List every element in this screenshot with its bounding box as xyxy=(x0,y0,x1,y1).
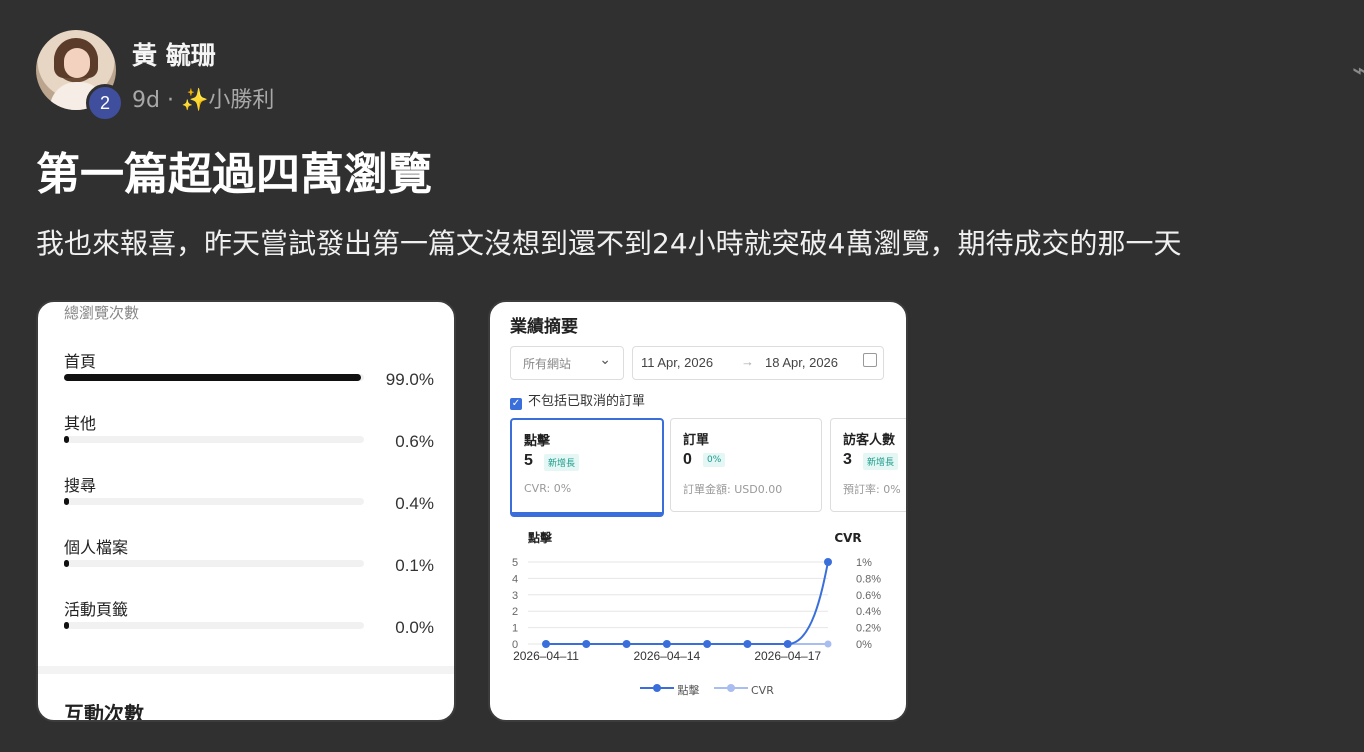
summary-title: 業績摘要 xyxy=(510,317,578,337)
stat-percent: 99.0% xyxy=(385,370,434,389)
kpi-clicks[interactable]: 點擊 5 新增長 CVR: 0% xyxy=(510,418,664,517)
stat-bar-fill xyxy=(64,560,69,567)
stat-row: 搜尋 0.4% xyxy=(64,472,434,513)
stat-row: 活動頁籤 0.0% xyxy=(64,596,434,637)
arrow-icon: → xyxy=(741,354,754,369)
level-badge: 2 xyxy=(86,84,124,122)
y-right-tick: 0% xyxy=(856,639,872,651)
views-breakdown-image[interactable]: 總瀏覽次數 首頁 99.0% 其他 0.6% 搜尋 0.4% 個人檔案 0.1% 活動頁籤 0.0… xyxy=(36,300,456,722)
y-left-tick: 2 xyxy=(512,606,518,618)
stat-percent: 0.0% xyxy=(395,618,434,637)
stat-label: 首頁 xyxy=(64,352,97,371)
stat-label: 搜尋 xyxy=(64,476,97,495)
total-views-label: 總瀏覽次數 xyxy=(64,304,140,322)
clicks-point xyxy=(622,640,631,648)
stat-row: 其他 0.6% xyxy=(64,410,434,451)
y-left-tick: 4 xyxy=(512,573,518,585)
sparkle-icon: ✨ xyxy=(180,88,209,113)
post-body: 我也來報喜，昨天嘗試發出第一篇文沒想到還不到24小時就突破4萬瀏覽，期待成交的那… xyxy=(36,227,1182,260)
date-range-picker[interactable]: 11 Apr, 2026 → 18 Apr, 2026 xyxy=(632,346,884,380)
stat-row: 首頁 99.0% xyxy=(64,348,434,389)
y-right-tick: 1% xyxy=(856,557,872,569)
post-time: 9d xyxy=(132,88,160,113)
clicks-point xyxy=(824,558,832,566)
performance-summary-image[interactable]: 業績摘要 所有網站 ⌄ 11 Apr, 2026 → 18 Apr, 2026 … xyxy=(488,300,908,722)
kpi-value: 5 xyxy=(524,452,533,469)
stat-bar-fill xyxy=(64,374,361,381)
stat-bar-track xyxy=(64,374,364,381)
site-select[interactable]: 所有網站 ⌄ xyxy=(510,346,624,380)
y-right-tick: 0.4% xyxy=(856,606,881,618)
post-tag[interactable]: 小勝利 xyxy=(208,88,274,113)
section-divider xyxy=(38,666,454,674)
exclude-cancelled-checkbox[interactable]: ✓ 不包括已取消的訂單 xyxy=(510,390,645,410)
stat-percent: 0.4% xyxy=(395,494,434,513)
clicks-point xyxy=(662,640,671,648)
date-from: 11 Apr, 2026 xyxy=(641,355,714,370)
kpi-value: 3 xyxy=(843,451,852,468)
y-right-tick: 0.8% xyxy=(856,573,881,585)
author-name[interactable]: 黃 毓珊 xyxy=(132,36,216,72)
y-left-tick: 5 xyxy=(512,557,518,569)
stat-row: 個人檔案 0.1% xyxy=(64,534,434,575)
stat-percent: 0.1% xyxy=(395,556,434,575)
stat-bar-track xyxy=(64,622,364,629)
y-right-title: CVR xyxy=(834,531,861,545)
series-clicks-line xyxy=(546,561,829,645)
stat-label: 活動頁籤 xyxy=(64,600,129,619)
clicks-point xyxy=(783,640,792,648)
kpi-label: 訪客人數 xyxy=(843,433,896,448)
legend-clicks-marker xyxy=(640,684,674,692)
stat-bar-track xyxy=(64,498,364,505)
legend-clicks-label: 點擊 xyxy=(677,684,700,697)
clicks-point xyxy=(582,640,591,648)
interactions-label: 互動次數 xyxy=(64,702,144,722)
post-header: 2 黃 毓珊 9d · ✨小勝利 xyxy=(36,30,1336,122)
x-tick-label: 2026–04–11 xyxy=(513,649,579,663)
stat-bar-track xyxy=(64,436,364,443)
meta-separator: · xyxy=(166,88,174,113)
stat-label: 其他 xyxy=(64,414,97,433)
stat-bar-fill xyxy=(64,498,69,505)
legend-cvr-label: CVR xyxy=(751,684,774,697)
kpi-tag: 0% xyxy=(703,453,726,467)
kpi-label: 訂單 xyxy=(683,433,710,448)
clicks-point xyxy=(542,640,550,648)
cvr-point xyxy=(824,640,832,648)
kpi-orders[interactable]: 訂單 0 0% 訂單金額: USD0.00 xyxy=(670,418,822,512)
y-right-tick: 0.6% xyxy=(856,590,881,602)
clicks-point xyxy=(703,640,712,648)
kpi-value: 0 xyxy=(683,451,692,468)
stat-bar-fill xyxy=(64,436,69,443)
kpi-label: 點擊 xyxy=(524,434,551,449)
chevron-down-icon: ⌄ xyxy=(599,352,611,368)
x-tick-label: 2026–04–17 xyxy=(754,649,821,663)
stat-label: 個人檔案 xyxy=(64,538,129,557)
stat-percent: 0.6% xyxy=(395,432,434,451)
x-tick-label: 2026–04–14 xyxy=(633,649,700,663)
kpi-tag: 新增長 xyxy=(863,453,899,470)
stat-bar-fill xyxy=(64,622,69,629)
legend-cvr-marker xyxy=(713,684,748,692)
kpi-sub: 訂單金額: USD0.00 xyxy=(683,483,783,496)
post-meta: 9d · ✨小勝利 xyxy=(132,82,274,114)
y-left-tick: 1 xyxy=(512,623,518,635)
date-to: 18 Apr, 2026 xyxy=(765,355,839,370)
chart-legend: 點擊 CVR xyxy=(640,682,774,698)
y-left-title: 點擊 xyxy=(528,530,553,545)
more-options-icon[interactable]: ⌁ xyxy=(1352,56,1364,86)
site-select-value: 所有網站 xyxy=(523,357,572,371)
kpi-sub: CVR: 0% xyxy=(524,482,572,495)
kpi-visitors[interactable]: 訪客人數 3 新增長預訂率: 0% xyxy=(830,418,906,512)
y-right-tick: 0.2% xyxy=(856,623,881,635)
clicks-point xyxy=(743,640,752,648)
post-title: 第一篇超過四萬瀏覽 xyxy=(36,149,432,200)
kpi-tag: 新增長 xyxy=(544,454,580,471)
checkbox-checked-icon: ✓ xyxy=(510,398,522,410)
y-left-tick: 3 xyxy=(512,590,518,602)
kpi-sub: 預訂率: 0% xyxy=(843,483,901,496)
calendar-icon xyxy=(863,353,877,367)
stat-bar-track xyxy=(64,560,364,567)
exclude-cancelled-label: 不包括已取消的訂單 xyxy=(528,394,646,409)
